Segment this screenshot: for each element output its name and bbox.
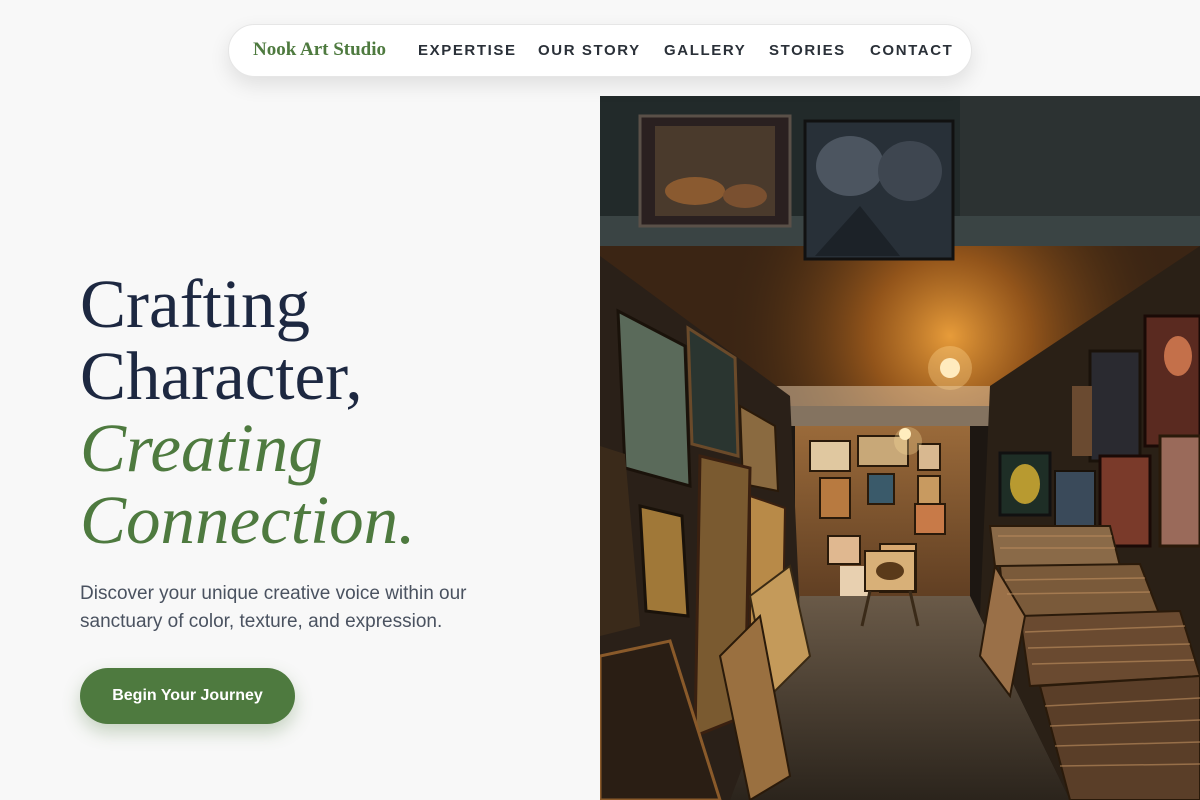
nav-link-stories[interactable]: STORIES — [769, 42, 846, 59]
headline-line-1: Crafting — [80, 266, 310, 342]
nav-link-contact[interactable]: CONTACT — [870, 42, 953, 59]
hero-subtext: Discover your unique creative voice with… — [80, 583, 467, 632]
headline-accent-2: Connection. — [80, 482, 416, 558]
top-navigation: Nook Art Studio EXPERTISE OUR STORY GALL… — [228, 24, 972, 77]
nav-link-gallery[interactable]: GALLERY — [664, 42, 746, 59]
headline-line-2: Character, — [80, 338, 363, 414]
begin-journey-button[interactable]: Begin Your Journey — [80, 668, 295, 724]
nav-link-expertise[interactable]: EXPERTISE — [418, 42, 517, 59]
brand-logo[interactable]: Nook Art Studio — [253, 39, 386, 61]
nav-link-our-story[interactable]: OUR STORY — [538, 42, 641, 59]
headline-accent-1: Creating — [80, 410, 323, 486]
gallery-photo — [600, 96, 1200, 800]
hero-headline: Crafting Character, Creating Connection. — [80, 268, 415, 556]
